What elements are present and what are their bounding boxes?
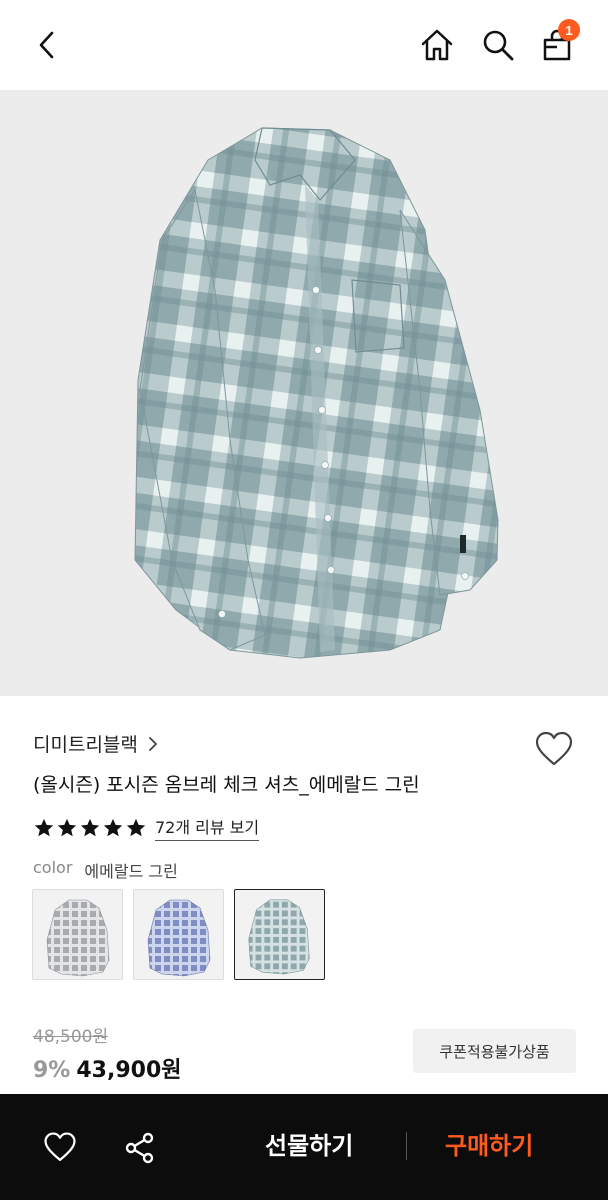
chevron-left-icon bbox=[39, 31, 54, 59]
search-icon bbox=[483, 30, 514, 61]
swatch-emerald-green[interactable] bbox=[234, 889, 325, 980]
product-title: (올시즌) 포시즌 옴브레 체크 셔츠_에메랄드 그린 bbox=[33, 774, 420, 796]
brand-name: 디미트리블랙 bbox=[33, 734, 138, 756]
color-swatches bbox=[32, 889, 325, 980]
product-info: 디미트리블랙 (올시즌) 포시즌 옴브레 체크 셔츠_에메랄드 그린 72개 리… bbox=[0, 696, 608, 1094]
gray-shirt-thumbnail bbox=[46, 899, 110, 977]
green-shirt-thumbnail bbox=[248, 899, 310, 975]
color-option-row: color 에메랄드 그린 bbox=[33, 858, 178, 882]
star-icon bbox=[126, 818, 146, 836]
buy-button[interactable]: 구매하기 bbox=[445, 1126, 533, 1161]
rating-row: 72개 리뷰 보기 bbox=[33, 814, 260, 841]
home-button[interactable] bbox=[414, 22, 460, 68]
home-icon bbox=[421, 29, 453, 61]
color-value: 에메랄드 그린 bbox=[84, 862, 178, 881]
star-icon bbox=[57, 818, 77, 836]
original-price: 48,500원 bbox=[33, 1027, 109, 1047]
plaid-shirt-illustration bbox=[134, 127, 499, 659]
star-icon bbox=[34, 818, 54, 836]
search-button[interactable] bbox=[475, 22, 521, 68]
color-label: color bbox=[33, 858, 73, 877]
discount-rate: 9% bbox=[33, 1058, 71, 1083]
sale-price: 43,900원 bbox=[76, 1058, 182, 1083]
price-row: 9% 43,900원 bbox=[33, 1052, 182, 1084]
wishlist-button[interactable] bbox=[534, 730, 574, 770]
coupon-unavailable-badge: 쿠폰적용불가상품 bbox=[413, 1029, 576, 1073]
review-link[interactable]: 72개 리뷰 보기 bbox=[155, 814, 260, 841]
bottom-divider bbox=[406, 1132, 407, 1160]
blue-shirt-thumbnail bbox=[147, 899, 211, 977]
star-icon bbox=[103, 818, 123, 836]
bottom-action-bar: 선물하기 구매하기 bbox=[0, 1094, 608, 1200]
swatch-blue[interactable] bbox=[133, 889, 224, 980]
star-icon bbox=[80, 818, 100, 836]
product-image[interactable] bbox=[0, 90, 608, 696]
swatch-gray[interactable] bbox=[32, 889, 123, 980]
cart-button[interactable]: 1 bbox=[534, 19, 580, 68]
share-icon bbox=[125, 1132, 154, 1164]
brand-link[interactable]: 디미트리블랙 bbox=[33, 730, 158, 757]
bottom-wishlist-button[interactable] bbox=[40, 1128, 80, 1168]
chevron-right-icon bbox=[148, 736, 157, 751]
cart-count-badge: 1 bbox=[558, 19, 580, 41]
heart-icon bbox=[535, 731, 573, 766]
gift-button[interactable]: 선물하기 bbox=[265, 1126, 353, 1161]
share-button[interactable] bbox=[120, 1128, 160, 1168]
rating-stars bbox=[33, 817, 147, 839]
heart-icon bbox=[44, 1132, 76, 1162]
top-header: 1 bbox=[0, 0, 608, 90]
back-button[interactable] bbox=[24, 22, 70, 68]
